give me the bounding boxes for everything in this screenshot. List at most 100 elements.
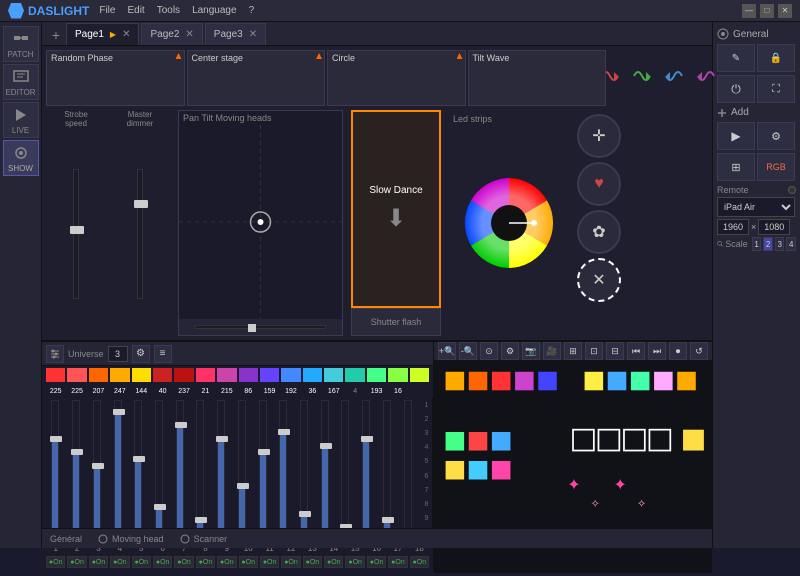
- scale-4-button[interactable]: 4: [786, 237, 796, 251]
- settings-btn[interactable]: ⚙: [132, 345, 150, 363]
- menu-tools[interactable]: Tools: [157, 5, 180, 16]
- status-scanner[interactable]: Scanner: [180, 534, 228, 544]
- grid-viz-btn[interactable]: ⊞: [564, 342, 582, 360]
- on-button-13[interactable]: ●On: [303, 556, 322, 568]
- color-cell-14[interactable]: [324, 368, 343, 382]
- fader-thumb-14[interactable]: [320, 443, 332, 449]
- fader-thumb-13[interactable]: [299, 511, 311, 517]
- color-cell-3[interactable]: [89, 368, 108, 382]
- cam2-btn[interactable]: 🎥: [543, 342, 561, 360]
- options-btn[interactable]: ≡: [154, 345, 172, 363]
- fader-thumb-7[interactable]: [175, 422, 187, 428]
- tab-page3-close[interactable]: ✕: [249, 29, 257, 40]
- tab-page2-close[interactable]: ✕: [185, 29, 193, 40]
- fader-track-12[interactable]: [279, 400, 287, 538]
- power-button[interactable]: ⏻: [717, 75, 755, 103]
- color-cell-12[interactable]: [281, 368, 300, 382]
- color-cell-2[interactable]: [67, 368, 86, 382]
- pan-tilt-canvas[interactable]: [179, 125, 342, 319]
- scene-icon-3[interactable]: [661, 65, 687, 87]
- pan-horizontal-slider[interactable]: [195, 325, 325, 329]
- shutter-button[interactable]: Shutter flash: [351, 308, 441, 336]
- zoom-out-btn[interactable]: -🔍: [459, 342, 477, 360]
- fader-track-17[interactable]: [383, 400, 391, 538]
- strobe-fader-track[interactable]: [73, 169, 79, 299]
- color-cell-7[interactable]: [174, 368, 193, 382]
- menu-language[interactable]: Language: [192, 5, 237, 16]
- master-dimmer-fader-track[interactable]: [137, 169, 143, 299]
- status-general[interactable]: Général: [50, 534, 82, 544]
- color-cell-1[interactable]: [46, 368, 65, 382]
- add-tab-button[interactable]: +: [46, 25, 66, 45]
- pan-slider-thumb[interactable]: [248, 324, 256, 332]
- resolution-width-input[interactable]: [717, 219, 749, 235]
- fader-thumb-11[interactable]: [258, 449, 270, 455]
- grid3-viz-btn[interactable]: ⊟: [606, 342, 624, 360]
- fader-thumb-6[interactable]: [154, 504, 166, 510]
- fwd-btn[interactable]: ⏭: [648, 342, 666, 360]
- sidebar-item-show[interactable]: SHOW: [3, 140, 39, 176]
- scale-2-button[interactable]: 2: [763, 237, 773, 251]
- fader-thumb-4[interactable]: [113, 409, 125, 415]
- scene-icon-2[interactable]: [629, 65, 655, 87]
- on-button-9[interactable]: ●On: [217, 556, 236, 568]
- fader-track-6[interactable]: [155, 400, 163, 538]
- menu-help[interactable]: ?: [249, 5, 255, 16]
- on-button-6[interactable]: ●On: [153, 556, 172, 568]
- on-button-4[interactable]: ●On: [110, 556, 129, 568]
- sidebar-item-editor[interactable]: EDITOR: [3, 64, 39, 100]
- fader-track-3[interactable]: [93, 400, 101, 538]
- scene-icon-4[interactable]: [693, 65, 719, 87]
- tab-page2[interactable]: Page2 ✕: [141, 23, 202, 45]
- fader-track-1[interactable]: [51, 400, 59, 538]
- rgb-button[interactable]: RGB: [757, 153, 795, 181]
- on-button-10[interactable]: ●On: [239, 556, 258, 568]
- tab-page3[interactable]: Page3 ✕: [205, 23, 266, 45]
- on-button-3[interactable]: ●On: [89, 556, 108, 568]
- tab-page1[interactable]: Page1 ▶ ✕: [66, 23, 139, 45]
- heart-button[interactable]: ♥: [577, 162, 621, 206]
- maximize-button[interactable]: □: [760, 4, 774, 18]
- lock-button[interactable]: 🔒: [757, 44, 795, 72]
- sidebar-item-patch[interactable]: PATCH: [3, 26, 39, 62]
- on-button-16[interactable]: ●On: [367, 556, 386, 568]
- fader-thumb-10[interactable]: [237, 483, 249, 489]
- menu-file[interactable]: File: [99, 5, 115, 16]
- strobe-fader-thumb[interactable]: [70, 226, 84, 234]
- color-cell-5[interactable]: [132, 368, 151, 382]
- on-button-12[interactable]: ●On: [281, 556, 300, 568]
- on-button-15[interactable]: ●On: [345, 556, 364, 568]
- universe-input[interactable]: [108, 346, 128, 362]
- on-button-5[interactable]: ●On: [132, 556, 151, 568]
- status-moving-head[interactable]: Moving head: [98, 534, 164, 544]
- zoom-in-btn[interactable]: +🔍: [438, 342, 456, 360]
- grid2-viz-btn[interactable]: ⊡: [585, 342, 603, 360]
- fader-thumb-9[interactable]: [216, 436, 228, 442]
- settings-viz-btn[interactable]: ⚙: [501, 342, 519, 360]
- edit-button[interactable]: ✎: [717, 44, 755, 72]
- spin-button[interactable]: ✿: [577, 210, 621, 254]
- fader-track-15[interactable]: [341, 400, 349, 538]
- move-button[interactable]: ✛: [577, 114, 621, 158]
- sidebar-item-live[interactable]: LIVE: [3, 102, 39, 138]
- fader-thumb-8[interactable]: [195, 517, 207, 523]
- on-button-7[interactable]: ●On: [174, 556, 193, 568]
- sliders-button[interactable]: ⚙: [757, 122, 795, 150]
- color-cell-9[interactable]: [217, 368, 236, 382]
- scene-tilt-wave[interactable]: Tilt Wave: [468, 50, 607, 106]
- fader-track-10[interactable]: [238, 400, 246, 538]
- fader-thumb-2[interactable]: [71, 449, 83, 455]
- ipad-select[interactable]: iPad Air: [717, 197, 795, 217]
- scene-center-stage[interactable]: Center stage: [187, 50, 326, 106]
- cam-btn[interactable]: 📷: [522, 342, 540, 360]
- on-button-8[interactable]: ●On: [196, 556, 215, 568]
- fader-track-8[interactable]: [196, 400, 204, 538]
- color-cell-16[interactable]: [367, 368, 386, 382]
- fader-thumb-1[interactable]: [50, 436, 62, 442]
- color-wheel[interactable]: [459, 173, 559, 273]
- fader-track-7[interactable]: [176, 400, 184, 538]
- master-dimmer-fader-thumb[interactable]: [134, 200, 148, 208]
- menu-edit[interactable]: Edit: [127, 5, 144, 16]
- minimize-button[interactable]: —: [742, 4, 756, 18]
- fader-track-14[interactable]: [321, 400, 329, 538]
